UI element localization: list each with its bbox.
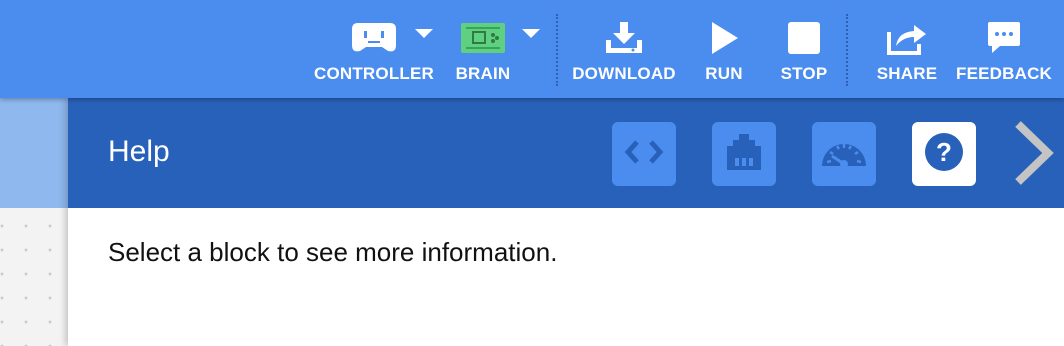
brain-icon [460,14,506,62]
chevron-right-icon[interactable] [1012,120,1056,191]
stop-icon [787,14,821,62]
toolbar-divider [846,14,848,86]
toolbar-divider [556,14,558,86]
help-message: Select a block to see more information. [108,237,558,267]
tab-dashboard[interactable] [812,122,876,186]
run-button[interactable]: RUN [696,0,752,98]
panel-title: Help [108,135,170,168]
feedback-label: FEEDBACK [955,64,1053,83]
help-question-icon: ? [923,131,965,178]
stop-button[interactable]: STOP [776,0,832,98]
workspace-grid[interactable] [0,208,68,346]
share-button[interactable]: SHARE [872,0,942,98]
dashboard-gauge-icon [819,134,869,175]
run-label: RUN [705,64,743,83]
play-icon [709,14,739,62]
top-toolbar: CONTROLLER BRAIN DOWNLOAD RUN STOP SHARE… [0,0,1064,98]
download-button[interactable]: DOWNLOAD [566,0,682,98]
controller-button[interactable]: CONTROLLER [312,0,436,98]
help-panel: Help ? Select a block to see more inform… [68,98,1064,346]
download-label: DOWNLOAD [572,64,676,83]
brain-dropdown-caret[interactable] [522,29,540,38]
workspace-strip [0,98,68,346]
svg-text:?: ? [936,137,952,167]
category-tab[interactable] [0,98,68,208]
tab-code[interactable] [612,122,676,186]
stop-label: STOP [780,64,828,83]
help-panel-header: Help ? [68,98,1064,208]
download-icon [603,14,645,62]
controller-icon [350,14,398,62]
controller-label: CONTROLLER [313,64,435,83]
devices-port-icon [723,132,765,177]
share-label: SHARE [876,64,938,83]
feedback-icon [986,14,1022,62]
feedback-button[interactable]: FEEDBACK [956,0,1052,98]
brain-button[interactable]: BRAIN [448,0,518,98]
controller-dropdown-caret[interactable] [415,29,433,38]
brain-label: BRAIN [455,64,511,83]
code-icon [624,137,664,172]
tab-help[interactable]: ? [912,122,976,186]
share-icon [886,14,928,62]
tab-devices[interactable] [712,122,776,186]
